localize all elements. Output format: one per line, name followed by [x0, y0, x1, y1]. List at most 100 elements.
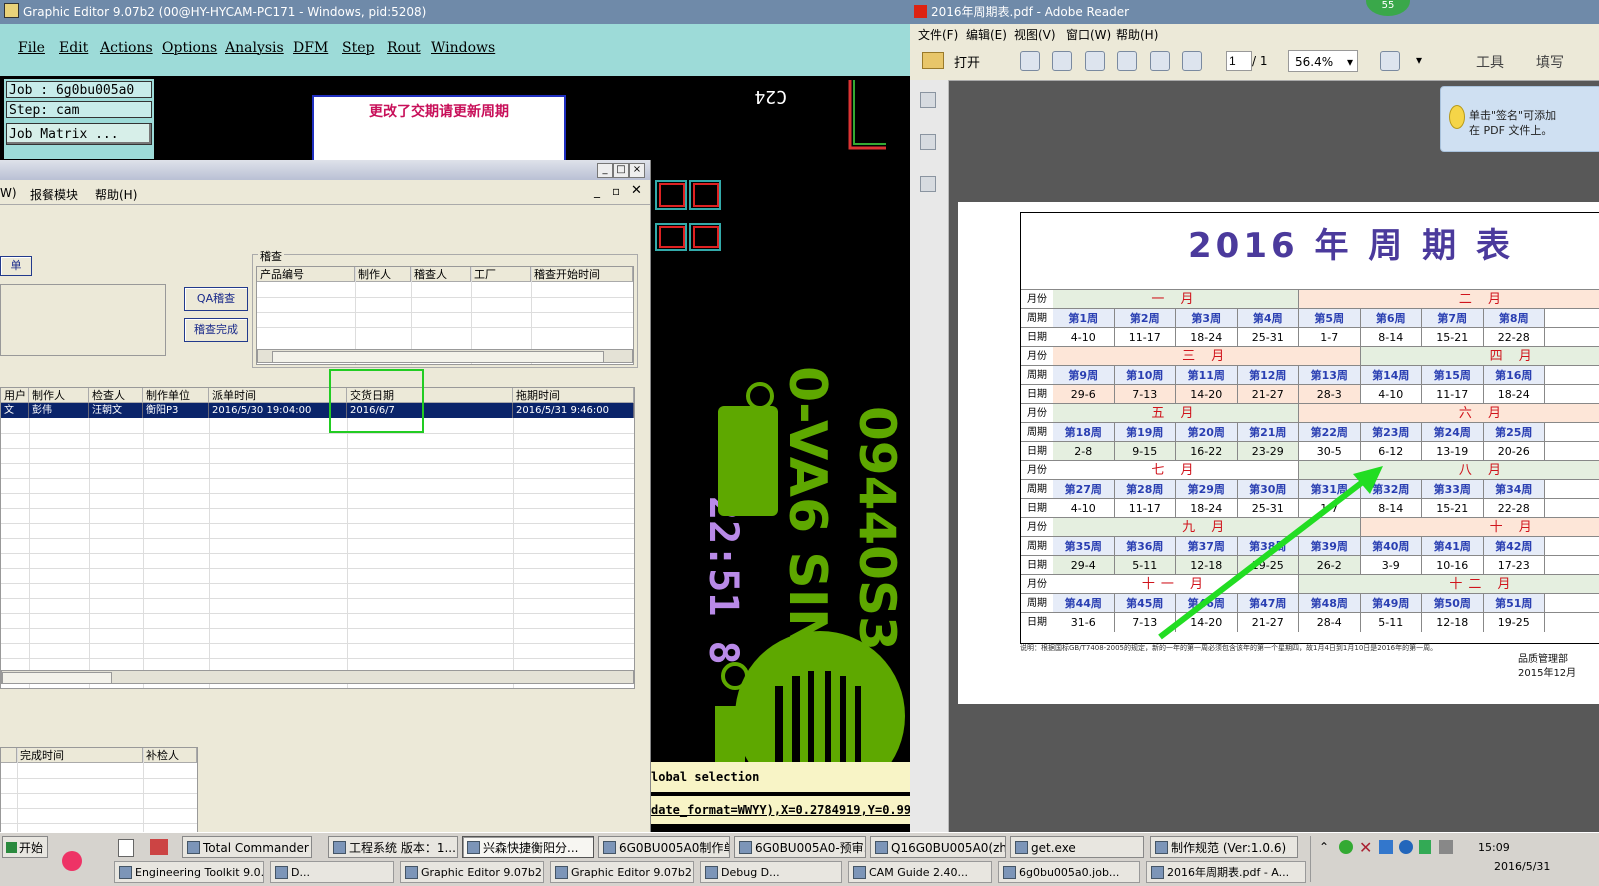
recheck-table: 完成时间 补检人 — [0, 747, 198, 834]
attachment-icon[interactable] — [920, 176, 936, 192]
app-titlebar[interactable]: _ □ × — [0, 160, 650, 180]
menu-item-help[interactable]: 帮助(H) — [95, 186, 137, 203]
reader-menu-view[interactable]: 视图(V) — [1014, 26, 1056, 43]
check-col-checker[interactable]: 稽查人 — [411, 267, 471, 282]
table-row-selected[interactable]: 文 彭伟 汪朝文 衡阳P3 2016/5/30 19:04:00 2016/6/… — [1, 403, 634, 418]
reader-menu-window[interactable]: 窗口(W) — [1066, 26, 1111, 43]
check-col-product[interactable]: 产品编号 — [257, 267, 355, 282]
save-icon[interactable] — [1150, 51, 1170, 71]
page-number-input[interactable] — [1226, 51, 1252, 71]
menu-rout[interactable]: Rout — [387, 40, 421, 56]
clock-date[interactable]: 2016/5/31 — [1494, 860, 1550, 873]
fit-page-icon[interactable] — [1380, 51, 1400, 71]
browser-quicklaunch-icon[interactable] — [150, 839, 168, 855]
check-table-scrollbar[interactable] — [257, 349, 633, 363]
menu-options[interactable]: Options — [162, 40, 217, 56]
convert-icon[interactable] — [1020, 51, 1040, 71]
taskbar-button[interactable]: 工程系统 版本：1... — [328, 836, 458, 858]
bluetooth-icon[interactable] — [1399, 840, 1413, 854]
col-checker[interactable]: 检查人 — [89, 388, 143, 403]
tray-expand-icon[interactable]: ⌃ — [1319, 840, 1329, 854]
board-canvas[interactable]: C24 0-VA6 SIN 09440S3 22:51 8 — [650, 76, 910, 766]
check-col-start[interactable]: 稽查开始时间 — [531, 267, 633, 282]
menu-dfm[interactable]: DFM — [293, 40, 328, 56]
minimize-button[interactable]: _ — [597, 163, 613, 178]
edit-icon[interactable] — [1085, 51, 1105, 71]
start-label: 开始 — [19, 841, 43, 855]
check-col-factory[interactable]: 工厂 — [471, 267, 531, 282]
mdi-close-icon[interactable]: ✕ — [631, 183, 642, 198]
calendar-date-cell: 10-16 — [1422, 556, 1484, 575]
taskbar-button-secondary[interactable]: D... — [270, 861, 394, 883]
col-rechecker[interactable]: 补检人 — [143, 748, 197, 763]
taskbar-button[interactable]: 6G0BU005A0-预审... — [734, 836, 866, 858]
taskbar-button[interactable]: 兴森快捷衡阳分... — [462, 836, 594, 858]
col-delay-time[interactable]: 拖期时间 — [513, 388, 634, 403]
show-desktop-icon[interactable] — [118, 839, 134, 857]
reader-menu-file[interactable]: 文件(F) — [918, 26, 958, 43]
taskbar-button[interactable]: 制作规范 (Ver:1.0.6) — [1150, 836, 1298, 858]
volume-icon[interactable] — [1439, 840, 1453, 854]
upload-icon[interactable] — [1117, 51, 1137, 71]
taskbar-button-secondary[interactable]: 6g0bu005a0.job... — [998, 861, 1140, 883]
menu-file[interactable]: File — [18, 40, 45, 56]
maximize-button[interactable]: □ — [613, 163, 629, 178]
taskbar-button[interactable]: 6G0BU005A0制作单... — [598, 836, 730, 858]
menu-edit[interactable]: Edit — [59, 40, 88, 56]
menu-item-w[interactable]: W) — [0, 186, 17, 200]
create-pdf-icon[interactable] — [1052, 51, 1072, 71]
bookmarks-icon[interactable] — [920, 134, 936, 150]
fill-sign-button[interactable]: 填写 — [1536, 52, 1564, 72]
tray-network-icon[interactable] — [1379, 840, 1393, 854]
qa-check-button[interactable]: QA稽查 — [184, 287, 248, 311]
close-button[interactable]: × — [629, 163, 645, 178]
col-unit[interactable]: 制作单位 — [143, 388, 209, 403]
col-maker[interactable]: 制作人 — [29, 388, 89, 403]
mdi-restore-icon[interactable]: ▫ — [612, 184, 620, 198]
taskbar-button-secondary[interactable]: Debug D... — [700, 861, 842, 883]
quicklaunch-icon[interactable] — [62, 851, 82, 871]
taskbar-button[interactable]: Q16G0BU005A0(zha... — [870, 836, 1006, 858]
menu-windows[interactable]: Windows — [431, 40, 495, 56]
reader-menu-help[interactable]: 帮助(H) — [1116, 26, 1158, 43]
order-button[interactable]: 单 — [0, 256, 32, 276]
menu-item-report[interactable]: 报餐模块 — [30, 186, 78, 203]
tools-button[interactable]: 工具 — [1476, 52, 1504, 72]
taskbar-button-secondary[interactable]: Engineering Toolkit 9.0... — [114, 861, 264, 883]
menu-step[interactable]: Step — [342, 40, 374, 56]
zoom-value: 56.4% — [1295, 55, 1333, 69]
print-icon[interactable] — [1182, 51, 1202, 71]
job-matrix-button[interactable]: Job Matrix ... — [6, 123, 152, 145]
taskbar-button-secondary[interactable]: 2016年周期表.pdf - A... — [1146, 861, 1306, 883]
taskbar-button-secondary[interactable]: Graphic Editor 9.07b2... — [400, 861, 544, 883]
mdi-minimize-icon[interactable]: _ — [594, 184, 600, 198]
taskbar-button-secondary[interactable]: Graphic Editor 9.07b2... — [550, 861, 694, 883]
col-dispatch-time[interactable]: 派单时间 — [209, 388, 347, 403]
calendar-date-cell: 4-10 — [1361, 385, 1423, 404]
check-col-maker[interactable]: 制作人 — [355, 267, 411, 282]
order-table-scrollbar[interactable] — [1, 670, 634, 684]
shield-icon[interactable] — [1419, 840, 1431, 854]
col-finish-time[interactable]: 完成时间 — [17, 748, 143, 763]
graphic-editor-titlebar[interactable]: Graphic Editor 9.07b2 (00@HY-HYCAM-PC171… — [0, 0, 910, 24]
clock-time[interactable]: 15:09 — [1478, 841, 1510, 854]
taskbar-button[interactable]: get.exe — [1010, 836, 1144, 858]
tray-x-icon[interactable]: ✕ — [1359, 838, 1372, 857]
menu-actions[interactable]: Actions — [100, 40, 153, 56]
pages-panel-icon[interactable] — [920, 92, 936, 108]
tray-green-icon[interactable] — [1339, 840, 1353, 854]
taskbar-button[interactable]: Total Commander 7.... — [182, 836, 312, 858]
reader-menu-edit[interactable]: 编辑(E) — [966, 26, 1007, 43]
open-folder-icon[interactable] — [922, 52, 944, 69]
taskbar-button-secondary[interactable]: CAM Guide 2.40... — [848, 861, 992, 883]
zoom-select[interactable]: 56.4%▾ — [1288, 50, 1358, 72]
open-button[interactable]: 打开 — [954, 52, 980, 71]
start-button[interactable]: 开始 — [2, 836, 48, 858]
col-user[interactable]: 用户 — [1, 388, 29, 403]
pdf-page[interactable]: 2016 年 周 期 表 月份一 月二 月周期第1周第2周第3周第4周第5周第6… — [958, 202, 1599, 704]
reader-titlebar[interactable]: 2016年周期表.pdf - Adobe Reader — [910, 0, 1599, 24]
toolbar-more-icon[interactable]: ▾ — [1416, 53, 1422, 67]
menu-analysis[interactable]: Analysis — [225, 40, 284, 56]
calendar-row-date: 日期29-67-1314-2021-2728-34-1011-1718-24 — [1021, 384, 1599, 404]
check-done-button[interactable]: 稽查完成 — [184, 318, 248, 342]
